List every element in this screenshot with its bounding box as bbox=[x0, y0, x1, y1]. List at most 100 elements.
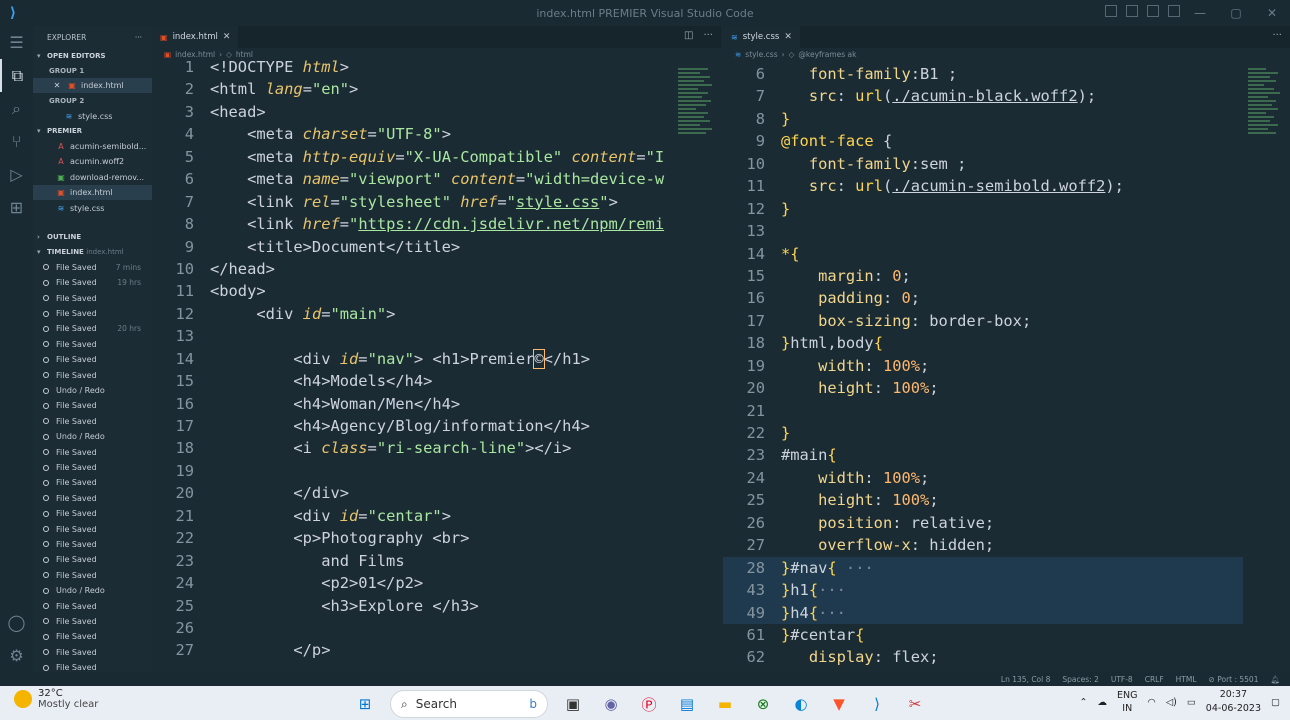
code-line[interactable]: 13 bbox=[152, 325, 664, 347]
snipping-tool-icon[interactable]: ✂ bbox=[902, 691, 928, 717]
run-debug-icon[interactable]: ▷ bbox=[0, 158, 33, 191]
language-indicator[interactable]: ENG IN bbox=[1117, 689, 1137, 715]
extensions-icon[interactable]: ⊞ bbox=[0, 191, 33, 224]
file-item[interactable]: ≋ style.css bbox=[33, 200, 152, 215]
timeline-item[interactable]: File Saved bbox=[33, 291, 152, 306]
code-line[interactable]: 8 <link href="https://cdn.jsdelivr.net/n… bbox=[152, 213, 664, 235]
code-line[interactable]: 13 bbox=[723, 220, 1243, 242]
more-actions-icon[interactable]: ··· bbox=[1272, 30, 1282, 41]
code-line[interactable]: 6 <meta name="viewport" content="width=d… bbox=[152, 168, 664, 190]
timeline-item[interactable]: File Saved 19 hrs bbox=[33, 275, 152, 290]
language-mode[interactable]: HTML bbox=[1176, 675, 1197, 684]
timeline-item[interactable]: File Saved bbox=[33, 460, 152, 475]
code-line[interactable]: 6 font-family:B1 ; bbox=[723, 63, 1243, 85]
breadcrumb-node[interactable]: @keyframes ak bbox=[798, 50, 856, 59]
code-line[interactable]: 24 width: 100%; bbox=[723, 467, 1243, 489]
customize-layout-icon[interactable] bbox=[1168, 5, 1180, 17]
timeline-item[interactable]: File Saved bbox=[33, 598, 152, 613]
outline-section[interactable]: › OUTLINE bbox=[33, 230, 152, 245]
source-control-icon[interactable]: ⑂ bbox=[0, 125, 33, 158]
code-line[interactable]: 17 <h4>Agency/Blog/information</h4> bbox=[152, 415, 664, 437]
teams-chat-icon[interactable]: ◉ bbox=[598, 691, 624, 717]
brave-icon[interactable]: ▼ bbox=[826, 691, 852, 717]
timeline-item[interactable]: File Saved bbox=[33, 337, 152, 352]
code-line[interactable]: 27 </p> bbox=[152, 639, 664, 661]
code-line[interactable]: 16 padding: 0; bbox=[723, 287, 1243, 309]
code-line[interactable]: 17 box-sizing: border-box; bbox=[723, 310, 1243, 332]
code-editor[interactable]: 6 font-family:B1 ; 7 src: url(./acumin-bl… bbox=[723, 63, 1243, 669]
weather-widget[interactable]: 32°C Mostly clear bbox=[14, 688, 98, 710]
vscode-taskbar-icon[interactable]: ⟩ bbox=[864, 691, 890, 717]
timeline-item[interactable]: File Saved bbox=[33, 444, 152, 459]
code-line[interactable]: 12 <div id="main"> bbox=[152, 303, 664, 325]
pinterest-icon[interactable]: Ⓟ bbox=[636, 691, 662, 717]
toggle-sidebar-icon[interactable] bbox=[1105, 5, 1117, 17]
code-line[interactable]: 1 <!DOCTYPE html> bbox=[152, 56, 664, 78]
timeline-item[interactable]: File Saved bbox=[33, 660, 152, 672]
code-line[interactable]: 62 display: flex; bbox=[723, 646, 1243, 668]
code-line[interactable]: 18 <i class="ri-search-line"></i> bbox=[152, 437, 664, 459]
breadcrumb-file[interactable]: style.css bbox=[745, 50, 777, 59]
cursor-position[interactable]: Ln 135, Col 8 bbox=[1001, 675, 1050, 684]
code-line[interactable]: 11 src: url(./acumin-semibold.woff2); bbox=[723, 175, 1243, 197]
chevron-up-icon[interactable]: ⌃ bbox=[1080, 697, 1088, 708]
timeline-section[interactable]: ▾ TIMELINE index.html bbox=[33, 245, 152, 260]
indentation[interactable]: Spaces: 2 bbox=[1062, 675, 1098, 684]
timeline-item[interactable]: File Saved bbox=[33, 629, 152, 644]
close-tab-icon[interactable]: ✕ bbox=[784, 32, 792, 42]
more-actions-icon[interactable]: ··· bbox=[703, 30, 713, 41]
code-line[interactable]: 15 <h4>Models</h4> bbox=[152, 370, 664, 392]
open-editor-item[interactable]: ✕ ▣ index.html bbox=[33, 78, 152, 94]
live-server-port[interactable]: ⊘ Port : 5501 bbox=[1209, 675, 1259, 684]
notification-center-icon[interactable]: ▢ bbox=[1271, 697, 1280, 708]
taskbar-search[interactable]: ⌕ Search b bbox=[390, 690, 548, 718]
open-editor-item[interactable]: ≋ style.css bbox=[33, 108, 152, 123]
tab-style-css[interactable]: ≋ style.css ✕ bbox=[723, 26, 800, 48]
windows-start-icon[interactable]: ⊞ bbox=[352, 691, 378, 717]
code-line[interactable]: 21 bbox=[723, 400, 1243, 422]
end-of-line[interactable]: CRLF bbox=[1145, 675, 1164, 684]
code-line[interactable]: 27 overflow-x: hidden; bbox=[723, 534, 1243, 556]
toggle-secondary-sidebar-icon[interactable] bbox=[1147, 5, 1159, 17]
file-item[interactable]: ▣ index.html bbox=[33, 184, 152, 201]
code-line[interactable]: 14 *{ bbox=[723, 243, 1243, 265]
wifi-icon[interactable]: ◠ bbox=[1148, 697, 1156, 708]
timeline-item[interactable]: File Saved bbox=[33, 568, 152, 583]
edge-icon[interactable]: ◐ bbox=[788, 691, 814, 717]
account-icon[interactable]: ◯ bbox=[0, 606, 33, 639]
settings-gear-icon[interactable]: ⚙ bbox=[0, 639, 33, 672]
close-button[interactable]: ✕ bbox=[1254, 0, 1290, 26]
code-line[interactable]: 16 <h4>Woman/Men</h4> bbox=[152, 393, 664, 415]
code-editor[interactable]: 1 <!DOCTYPE html> 2 <html lang="en"> 3 <head>… bbox=[152, 56, 664, 662]
code-line[interactable]: 20 </div> bbox=[152, 482, 664, 504]
open-editors-section[interactable]: ▾ OPEN EDITORS bbox=[33, 48, 152, 63]
code-line[interactable]: 49}h4{··· bbox=[723, 601, 1243, 624]
task-view-icon[interactable]: ▣ bbox=[560, 691, 586, 717]
code-line[interactable]: 11 <body> bbox=[152, 280, 664, 302]
search-icon[interactable]: ⌕ bbox=[0, 92, 33, 125]
project-section[interactable]: ▾ PREMIER bbox=[33, 124, 152, 139]
explorer-icon[interactable]: ⧉ bbox=[0, 59, 33, 92]
volume-icon[interactable]: ◁) bbox=[1166, 697, 1177, 708]
code-line[interactable]: 19 bbox=[152, 460, 664, 482]
timeline-item[interactable]: Undo / Redo bbox=[33, 383, 152, 398]
timeline-item[interactable]: File Saved bbox=[33, 491, 152, 506]
code-line[interactable]: 26 bbox=[152, 617, 664, 639]
code-line[interactable]: 15 margin: 0; bbox=[723, 265, 1243, 287]
timeline-item[interactable]: File Saved 7 mins bbox=[33, 260, 152, 275]
code-line[interactable]: 7 <link rel="stylesheet" href="style.css… bbox=[152, 191, 664, 213]
code-line[interactable]: 19 width: 100%; bbox=[723, 355, 1243, 377]
minimize-button[interactable]: — bbox=[1182, 0, 1218, 26]
xbox-icon[interactable]: ⊗ bbox=[750, 691, 776, 717]
file-item[interactable]: ▣ download-remov... bbox=[33, 170, 152, 185]
code-line[interactable]: 4 <meta charset="UTF-8"> bbox=[152, 123, 664, 145]
timeline-item[interactable]: File Saved bbox=[33, 414, 152, 429]
code-line[interactable]: 25 <h3>Explore </h3> bbox=[152, 595, 664, 617]
code-line[interactable]: 7 src: url(./acumin-black.woff2); bbox=[723, 85, 1243, 107]
timeline-item[interactable]: File Saved bbox=[33, 475, 152, 490]
code-line[interactable]: 23 and Films bbox=[152, 550, 664, 572]
code-line[interactable]: 9 <title>Document</title> bbox=[152, 236, 664, 258]
code-line[interactable]: 5 <meta http-equiv="X-UA-Compatible" con… bbox=[152, 146, 664, 168]
timeline-item[interactable]: File Saved bbox=[33, 398, 152, 413]
timeline-item[interactable]: File Saved bbox=[33, 537, 152, 552]
